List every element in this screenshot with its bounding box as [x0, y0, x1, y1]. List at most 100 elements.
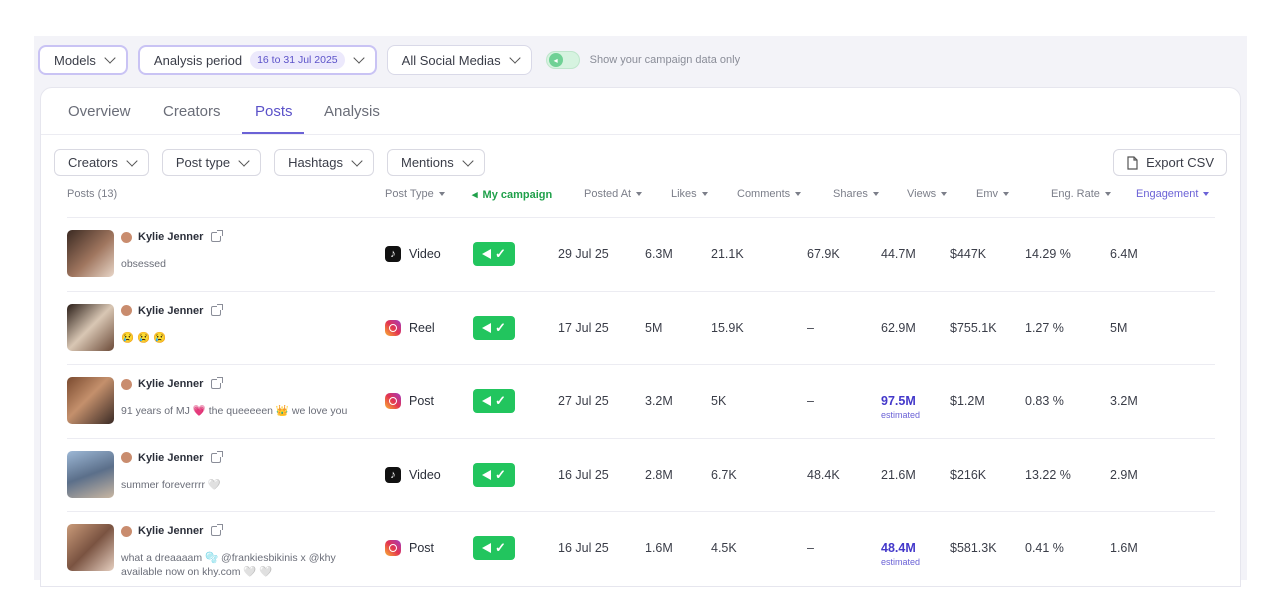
post-thumbnail[interactable] — [67, 450, 114, 498]
campaign-badge: ✓ — [473, 315, 515, 340]
megaphone-icon — [482, 322, 492, 333]
emv-value: $1.2M — [950, 394, 985, 408]
col-post-type[interactable]: Post Type — [385, 188, 445, 200]
col-likes-label: Likes — [671, 188, 697, 200]
sort-icon — [872, 192, 879, 196]
posted-at: 16 Jul 25 — [558, 541, 609, 555]
post-thumbnail[interactable] — [67, 524, 114, 571]
megaphone-icon: ◂ — [472, 189, 478, 201]
external-link-icon[interactable] — [211, 230, 224, 242]
col-views-label: Views — [907, 188, 937, 200]
table-row[interactable]: Kylie Jenner 😢 😢 😢 Reel ✓ 17 Jul 25 5M 1… — [67, 290, 1215, 364]
post-type-filter[interactable]: Post type — [161, 149, 262, 176]
social-media-dropdown[interactable]: All Social Medias — [386, 45, 532, 75]
comments-value: 21.1K — [711, 247, 744, 261]
col-eng-rate-label: Eng. Rate — [1051, 188, 1100, 200]
col-shares-label: Shares — [833, 188, 868, 200]
creator-name[interactable]: Kylie Jenner — [138, 378, 203, 390]
external-link-icon[interactable] — [211, 377, 224, 389]
creators-filter[interactable]: Creators — [54, 149, 149, 176]
check-icon: ✓ — [495, 393, 506, 408]
creator-name[interactable]: Kylie Jenner — [138, 231, 203, 243]
campaign-badge: ✓ — [473, 462, 515, 487]
shares-value: – — [807, 394, 814, 408]
chevron-down-icon — [352, 52, 365, 64]
tab-analysis[interactable]: Analysis — [324, 103, 380, 120]
shares-value: – — [807, 320, 814, 335]
views-value: 44.7M — [881, 247, 916, 261]
shares-value: – — [807, 541, 814, 555]
likes-value: 3.2M — [645, 394, 673, 408]
col-post-type-label: Post Type — [385, 188, 434, 200]
analysis-period-dropdown[interactable]: Analysis period 16 to 31 Jul 2025 — [137, 45, 377, 75]
post-caption: 😢 😢 😢 — [121, 331, 167, 344]
tab-posts[interactable]: Posts — [255, 103, 293, 120]
post-type: ♪ Video — [385, 466, 441, 483]
col-posted-at[interactable]: Posted At — [584, 188, 643, 200]
campaign-only-toggle[interactable]: ◂ — [545, 51, 580, 69]
mentions-filter[interactable]: Mentions — [386, 149, 485, 176]
col-my-campaign-label: My campaign — [482, 188, 553, 201]
post-thumbnail[interactable] — [67, 377, 114, 424]
col-emv[interactable]: Emv — [976, 188, 1009, 200]
analysis-period-badge: 16 to 31 Jul 2025 — [250, 51, 345, 69]
creator-name[interactable]: Kylie Jenner — [138, 305, 203, 317]
external-link-icon[interactable] — [211, 524, 224, 536]
post-type-label: Post — [409, 541, 435, 555]
avatar — [121, 525, 132, 537]
emv-value: $447K — [950, 247, 987, 261]
chevron-down-icon — [126, 154, 138, 167]
creator-info: Kylie Jenner — [121, 303, 224, 317]
posted-at: 17 Jul 25 — [558, 320, 609, 335]
models-dropdown[interactable]: Models — [38, 45, 128, 75]
tab-creators[interactable]: Creators — [163, 103, 221, 120]
active-tab-indicator — [242, 132, 304, 134]
post-thumbnail[interactable] — [67, 303, 114, 351]
col-eng-rate[interactable]: Eng. Rate — [1051, 188, 1111, 200]
sort-icon — [941, 192, 948, 196]
sort-icon — [1104, 192, 1111, 196]
emv-value: $581.3K — [950, 541, 997, 555]
creator-name[interactable]: Kylie Jenner — [138, 452, 203, 464]
chevron-down-icon — [462, 154, 474, 167]
campaign-badge: ✓ — [473, 389, 515, 413]
post-type-label: Video — [409, 467, 441, 482]
col-views[interactable]: Views — [907, 188, 948, 200]
sort-icon — [438, 192, 445, 196]
creator-info: Kylie Jenner — [121, 450, 224, 464]
external-link-icon[interactable] — [211, 303, 224, 316]
table-row[interactable]: Kylie Jenner summer foreverrrr 🤍 ♪ Video… — [67, 437, 1215, 511]
shares-value: 67.9K — [807, 247, 840, 261]
tiktok-icon: ♪ — [385, 246, 401, 262]
posted-at: 27 Jul 25 — [558, 394, 609, 408]
external-link-icon[interactable] — [211, 450, 224, 463]
emv-value: $216K — [950, 467, 987, 482]
post-thumbnail[interactable] — [67, 230, 114, 277]
chevron-down-icon — [508, 52, 521, 64]
creator-name[interactable]: Kylie Jenner — [138, 525, 203, 537]
export-csv-button[interactable]: Export CSV — [1113, 149, 1227, 176]
posted-at: 29 Jul 25 — [558, 247, 609, 261]
eng-rate-value: 14.29 % — [1025, 247, 1071, 261]
hashtags-filter[interactable]: Hashtags — [274, 149, 374, 176]
col-comments[interactable]: Comments — [737, 188, 802, 200]
col-shares[interactable]: Shares — [833, 188, 879, 200]
table-row[interactable]: Kylie Jenner 91 years of MJ 💗 the queeee… — [67, 364, 1215, 437]
post-caption: obsessed — [121, 258, 166, 270]
table-row[interactable]: Kylie Jenner what a dreaaaam 🫧 @frankies… — [67, 511, 1215, 584]
top-filter-bar: Models Analysis period 16 to 31 Jul 2025… — [38, 45, 740, 75]
col-engagement[interactable]: Engagement — [1136, 188, 1210, 200]
mentions-filter-label: Mentions — [400, 155, 454, 170]
social-media-label: All Social Medias — [401, 52, 501, 68]
creator-info: Kylie Jenner — [121, 230, 224, 243]
posted-at: 16 Jul 25 — [558, 467, 609, 482]
check-icon: ✓ — [495, 246, 506, 261]
col-likes[interactable]: Likes — [671, 188, 708, 200]
col-my-campaign[interactable]: ◂ My campaign — [472, 188, 553, 202]
post-type-label: Post — [409, 394, 435, 408]
views-estimated-note: estimated — [881, 410, 921, 420]
post-type-filter-label: Post type — [175, 155, 231, 170]
tab-overview[interactable]: Overview — [68, 103, 131, 120]
table-row[interactable]: Kylie Jenner obsessed ♪ Video ✓ 29 Jul 2… — [67, 217, 1215, 290]
eng-rate-value: 0.41 % — [1025, 541, 1064, 555]
